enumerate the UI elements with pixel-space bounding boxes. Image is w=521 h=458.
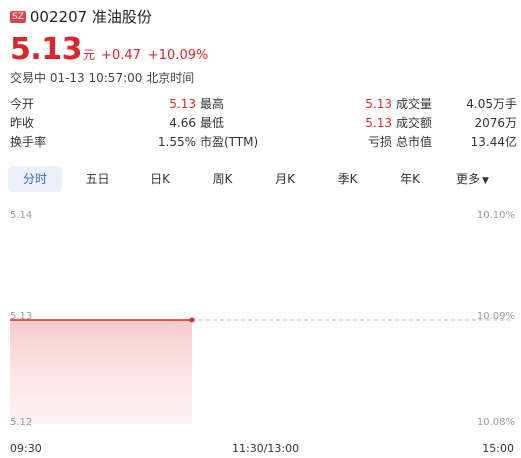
stat-low: 最低 5.13: [200, 114, 396, 133]
stat-value: 5.13: [169, 97, 196, 111]
stat-value: 2076万: [474, 116, 517, 130]
price-area: [10, 320, 192, 424]
stat-label: 最高: [200, 97, 225, 111]
stat-value: 5.13: [365, 116, 392, 130]
x-tick-end: 15:00: [482, 442, 514, 455]
stat-label: 市盈(TTM): [200, 135, 259, 149]
stat-label: 昨收: [10, 116, 35, 130]
stats-row: 今开 5.13 最高 5.13 成交量 4.05万手: [10, 95, 517, 114]
tab-five-day[interactable]: 五日: [71, 166, 125, 192]
chevron-down-icon: ▼: [482, 176, 489, 186]
price-change-percent: +10.09%: [147, 48, 209, 63]
stat-label: 今开: [10, 97, 35, 111]
stock-title: 002207 准油股份: [29, 8, 152, 26]
tab-quarterly-k[interactable]: 季K: [321, 166, 375, 192]
tab-monthly-k[interactable]: 月K: [258, 166, 312, 192]
chart-period-tabs: 分时 五日 日K 周K 月K 季K 年K 更多 ▼: [8, 166, 513, 192]
stat-open: 今开 5.13: [10, 95, 200, 114]
stat-label: 最低: [200, 116, 225, 130]
stat-label: 成交量: [396, 97, 433, 111]
x-tick-start: 09:30: [10, 442, 42, 455]
market-badge: SZ: [10, 11, 26, 23]
stat-value: 亏损: [367, 135, 392, 149]
tab-intraday[interactable]: 分时: [8, 166, 62, 192]
y-tick-right-top: 10.10%: [476, 210, 515, 221]
y-tick-right-mid: 10.09%: [476, 311, 515, 322]
price-change: +0.47: [101, 48, 141, 63]
stat-value: 5.13: [365, 97, 392, 111]
stat-market-cap: 总市值 13.44亿: [396, 133, 517, 152]
x-tick-mid: 11:30/13:00: [232, 442, 300, 455]
tab-more[interactable]: 更多 ▼: [446, 166, 500, 192]
y-tick-left-mid: 5.13: [10, 311, 33, 322]
price-unit: 元: [83, 48, 96, 62]
stat-volume: 成交量 4.05万手: [396, 95, 517, 114]
stat-value: 4.05万手: [466, 97, 517, 111]
tab-weekly-k[interactable]: 周K: [196, 166, 250, 192]
stats-table: 今开 5.13 最高 5.13 成交量 4.05万手 昨收 4.66 最低 5.13 成交…: [10, 95, 517, 152]
tab-daily-k[interactable]: 日K: [133, 166, 187, 192]
stat-prev-close: 昨收 4.66: [10, 114, 200, 133]
stat-value: 13.44亿: [470, 135, 517, 149]
stats-row: 昨收 4.66 最低 5.13 成交额 2076万: [10, 114, 517, 133]
stat-label: 总市值: [396, 135, 433, 149]
stat-turnover-rate: 换手率 1.55%: [10, 133, 200, 152]
stat-label: 成交额: [396, 116, 433, 130]
y-tick-right-bottom: 10.08%: [476, 417, 515, 428]
stock-header: SZ 002207 准油股份: [10, 8, 152, 26]
y-tick-left-bottom: 5.12: [10, 417, 33, 428]
stat-label: 换手率: [10, 135, 47, 149]
stat-value: 1.55%: [157, 135, 196, 149]
stat-pe-ttm: 市盈(TTM) 亏损: [200, 133, 396, 152]
tab-more-label: 更多: [456, 172, 481, 186]
trade-status: 交易中 01-13 10:57:00 北京时间: [10, 71, 195, 85]
chart-canvas: [10, 317, 512, 424]
stat-value: 4.66: [169, 116, 196, 130]
stats-row: 换手率 1.55% 市盈(TTM) 亏损 总市值 13.44亿: [10, 133, 517, 152]
current-price: 5.13: [10, 32, 83, 67]
stat-high: 最高 5.13: [200, 95, 396, 114]
last-price-point: [189, 317, 195, 323]
intraday-chart: 5.14 5.13 5.12 10.10% 10.09% 10.08% 09:3…: [0, 200, 521, 458]
price-row: 5.13 元 +0.47 +10.09%: [10, 34, 215, 66]
tab-yearly-k[interactable]: 年K: [383, 166, 437, 192]
y-tick-left-top: 5.14: [10, 210, 33, 221]
stat-turnover-amount: 成交额 2076万: [396, 114, 517, 133]
